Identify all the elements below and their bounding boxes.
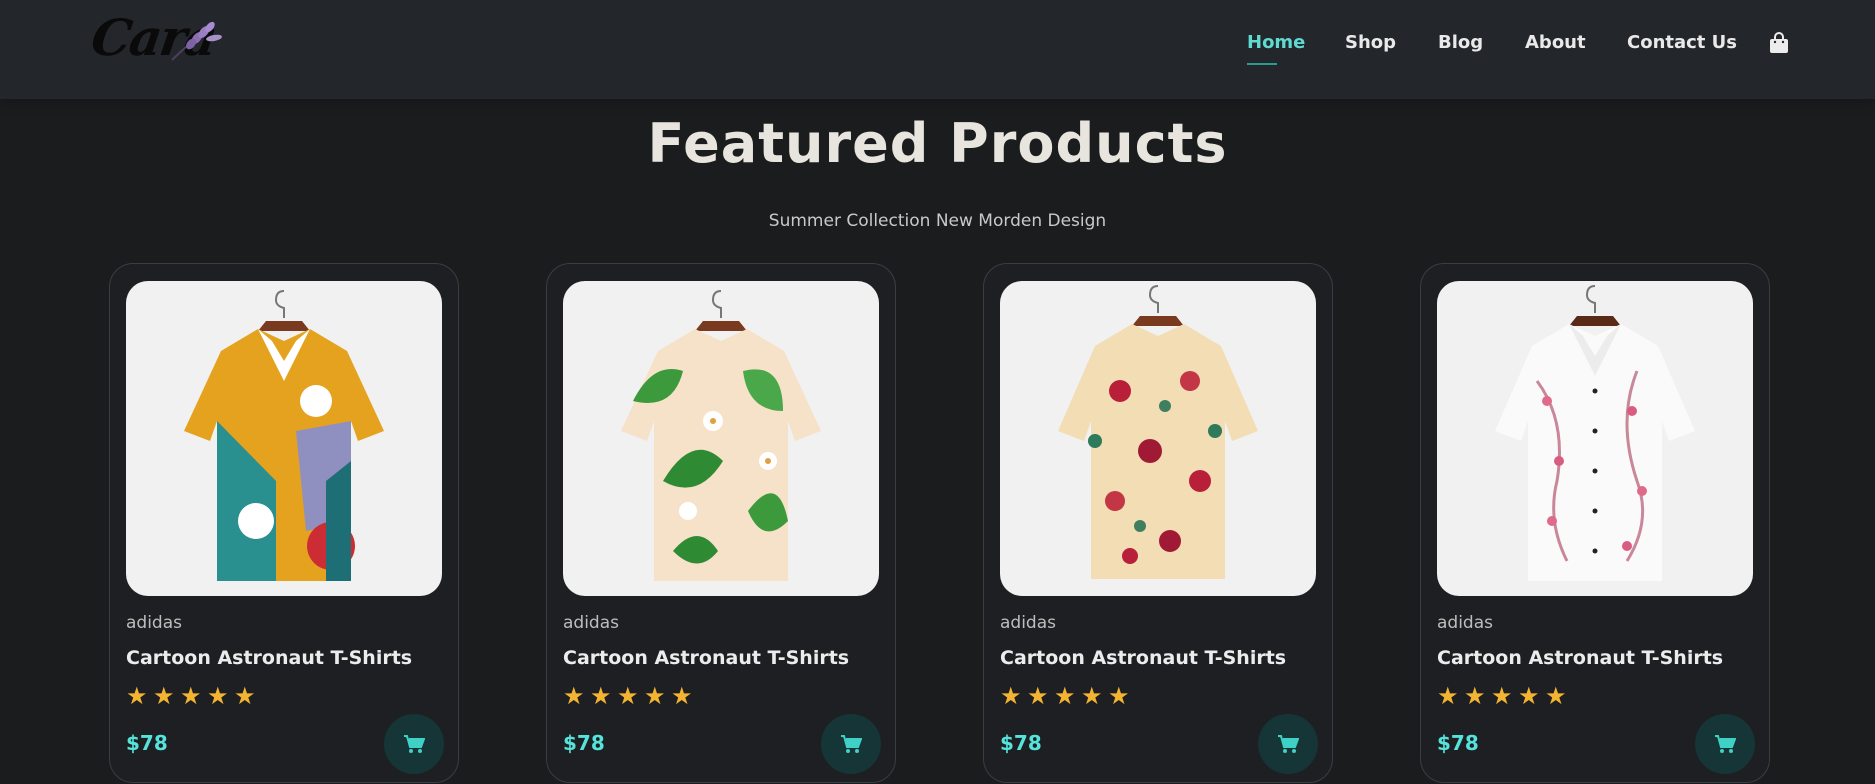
product-image[interactable] (1000, 281, 1316, 596)
star-icon: ★ (1027, 682, 1049, 710)
star-icon: ★ (1000, 682, 1022, 710)
shirt-image (1495, 285, 1695, 581)
star-icon: ★ (1054, 682, 1076, 710)
product-price: $78 (1437, 731, 1479, 755)
star-icon: ★ (180, 682, 202, 710)
product-name[interactable]: Cartoon Astronaut T-Shirts (1437, 647, 1723, 669)
product-name[interactable]: Cartoon Astronaut T-Shirts (1000, 647, 1286, 669)
section-title: Featured Products (647, 112, 1228, 175)
product-rating: ★ ★ ★ ★ ★ (1437, 684, 1572, 708)
shirt-image (621, 290, 821, 581)
lavender-sprig-icon (171, 21, 222, 61)
product-rating: ★ ★ ★ ★ ★ (1000, 684, 1135, 708)
nav-active-indicator (1247, 63, 1277, 65)
star-icon: ★ (671, 682, 693, 710)
cart-icon (1278, 735, 1299, 753)
add-to-cart-button[interactable] (1258, 714, 1318, 774)
product-price: $78 (1000, 731, 1042, 755)
star-icon: ★ (126, 682, 148, 710)
cart-icon (841, 735, 862, 753)
star-icon: ★ (1464, 682, 1486, 710)
product-brand: adidas (1000, 613, 1056, 633)
star-icon: ★ (234, 682, 256, 710)
nav-home[interactable]: Home (1247, 32, 1305, 53)
site-logo[interactable]: Cara (88, 8, 222, 72)
product-price: $78 (563, 731, 605, 755)
product-card[interactable]: adidas Cartoon Astronaut T-Shirts ★ ★ ★ ★ ★ … (546, 263, 896, 783)
star-icon: ★ (153, 682, 175, 710)
product-image[interactable] (126, 281, 442, 596)
add-to-cart-button[interactable] (821, 714, 881, 774)
section-subtitle: Summer Collection New Morden Design (768, 211, 1107, 231)
nav-shop[interactable]: Shop (1345, 32, 1396, 53)
shopping-bag-icon[interactable] (1769, 32, 1789, 54)
star-icon: ★ (1491, 682, 1513, 710)
product-card[interactable]: adidas Cartoon Astronaut T-Shirts ★ ★ ★ ★ ★ … (109, 263, 459, 783)
add-to-cart-button[interactable] (1695, 714, 1755, 774)
product-rating: ★ ★ ★ ★ ★ (563, 684, 698, 708)
product-brand: adidas (126, 613, 182, 633)
product-rating: ★ ★ ★ ★ ★ (126, 684, 261, 708)
star-icon: ★ (590, 682, 612, 710)
product-brand: adidas (1437, 613, 1493, 633)
star-icon: ★ (617, 682, 639, 710)
star-icon: ★ (207, 682, 229, 710)
star-icon: ★ (1437, 682, 1459, 710)
product-brand: adidas (563, 613, 619, 633)
star-icon: ★ (1108, 682, 1130, 710)
star-icon: ★ (1518, 682, 1540, 710)
product-image[interactable] (563, 281, 879, 596)
shirt-image (184, 290, 384, 581)
nav-about[interactable]: About (1525, 32, 1586, 53)
product-image[interactable] (1437, 281, 1753, 596)
cart-icon (404, 735, 425, 753)
star-icon: ★ (563, 682, 585, 710)
star-icon: ★ (644, 682, 666, 710)
product-name[interactable]: Cartoon Astronaut T-Shirts (563, 647, 849, 669)
product-card[interactable]: adidas Cartoon Astronaut T-Shirts ★ ★ ★ ★ ★ … (983, 263, 1333, 783)
nav-blog[interactable]: Blog (1438, 32, 1483, 53)
product-card[interactable]: adidas Cartoon Astronaut T-Shirts ★ ★ ★ ★ ★ … (1420, 263, 1770, 783)
nav-contact-us[interactable]: Contact Us (1627, 32, 1737, 53)
shirt-image (1058, 285, 1258, 579)
cart-icon (1715, 735, 1736, 753)
product-price: $78 (126, 731, 168, 755)
add-to-cart-button[interactable] (384, 714, 444, 774)
site-header: Cara Home Shop Blog About Contact Us (0, 0, 1875, 99)
product-name[interactable]: Cartoon Astronaut T-Shirts (126, 647, 412, 669)
star-icon: ★ (1081, 682, 1103, 710)
star-icon: ★ (1545, 682, 1567, 710)
